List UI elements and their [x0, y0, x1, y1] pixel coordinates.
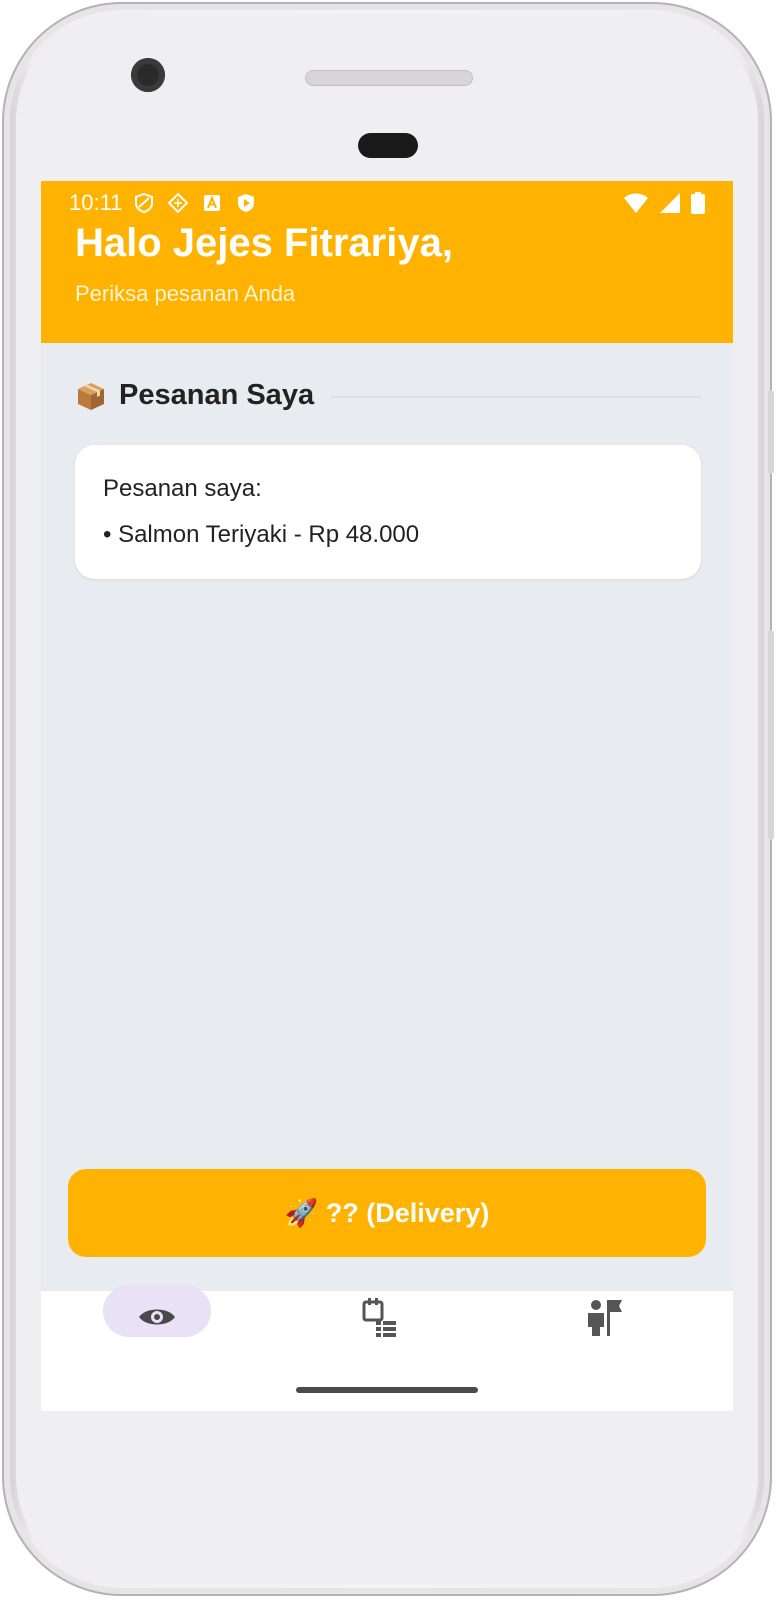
- section-divider: [331, 396, 701, 398]
- shield-outline-icon: [135, 193, 154, 213]
- eye-icon: [139, 1309, 175, 1325]
- app-screen: 10:11 Halo Jejes Fitrariya, Periksa pesa…: [41, 181, 733, 1411]
- play-shield-icon: [238, 194, 255, 212]
- app-header: 10:11 Halo Jejes Fitrariya, Periksa pesa…: [41, 181, 733, 343]
- phone-sensor: [358, 133, 418, 158]
- vpn-diamond-icon: [168, 193, 189, 213]
- status-bar: 10:11: [69, 189, 705, 217]
- section-header: Pesanan Saya: [75, 379, 314, 412]
- calendar-list-icon: [362, 1298, 396, 1337]
- phone-speaker: [305, 70, 473, 86]
- greeting-title: Halo Jejes Fitrariya,: [75, 221, 453, 265]
- nav-item-view[interactable]: [130, 1295, 184, 1339]
- package-icon: [78, 382, 104, 410]
- greeting-subtitle: Periksa pesanan Anda: [75, 281, 296, 306]
- a-badge-icon: [204, 195, 221, 211]
- wifi-icon: [624, 193, 648, 213]
- status-time: 10:11: [69, 190, 123, 215]
- order-item: • Salmon Teriyaki - Rp 48.000: [103, 521, 420, 548]
- phone-side-button: [768, 390, 774, 474]
- front-camera: [131, 58, 165, 92]
- signal-icon: [660, 193, 680, 213]
- nav-item-schedule[interactable]: [353, 1295, 407, 1339]
- person-flag-icon: [588, 1300, 622, 1336]
- section-title: Pesanan Saya: [119, 379, 315, 411]
- bottom-navigation: [41, 1285, 733, 1411]
- order-card-title: Pesanan saya:: [103, 475, 262, 502]
- order-card: Pesanan saya: • Salmon Teriyaki - Rp 48.…: [75, 445, 701, 579]
- home-indicator[interactable]: [296, 1387, 478, 1393]
- delivery-button[interactable]: 🚀 ?? (Delivery): [68, 1169, 706, 1257]
- phone-volume-button: [768, 630, 774, 840]
- nav-item-profile[interactable]: [577, 1295, 631, 1339]
- battery-icon: [691, 192, 705, 214]
